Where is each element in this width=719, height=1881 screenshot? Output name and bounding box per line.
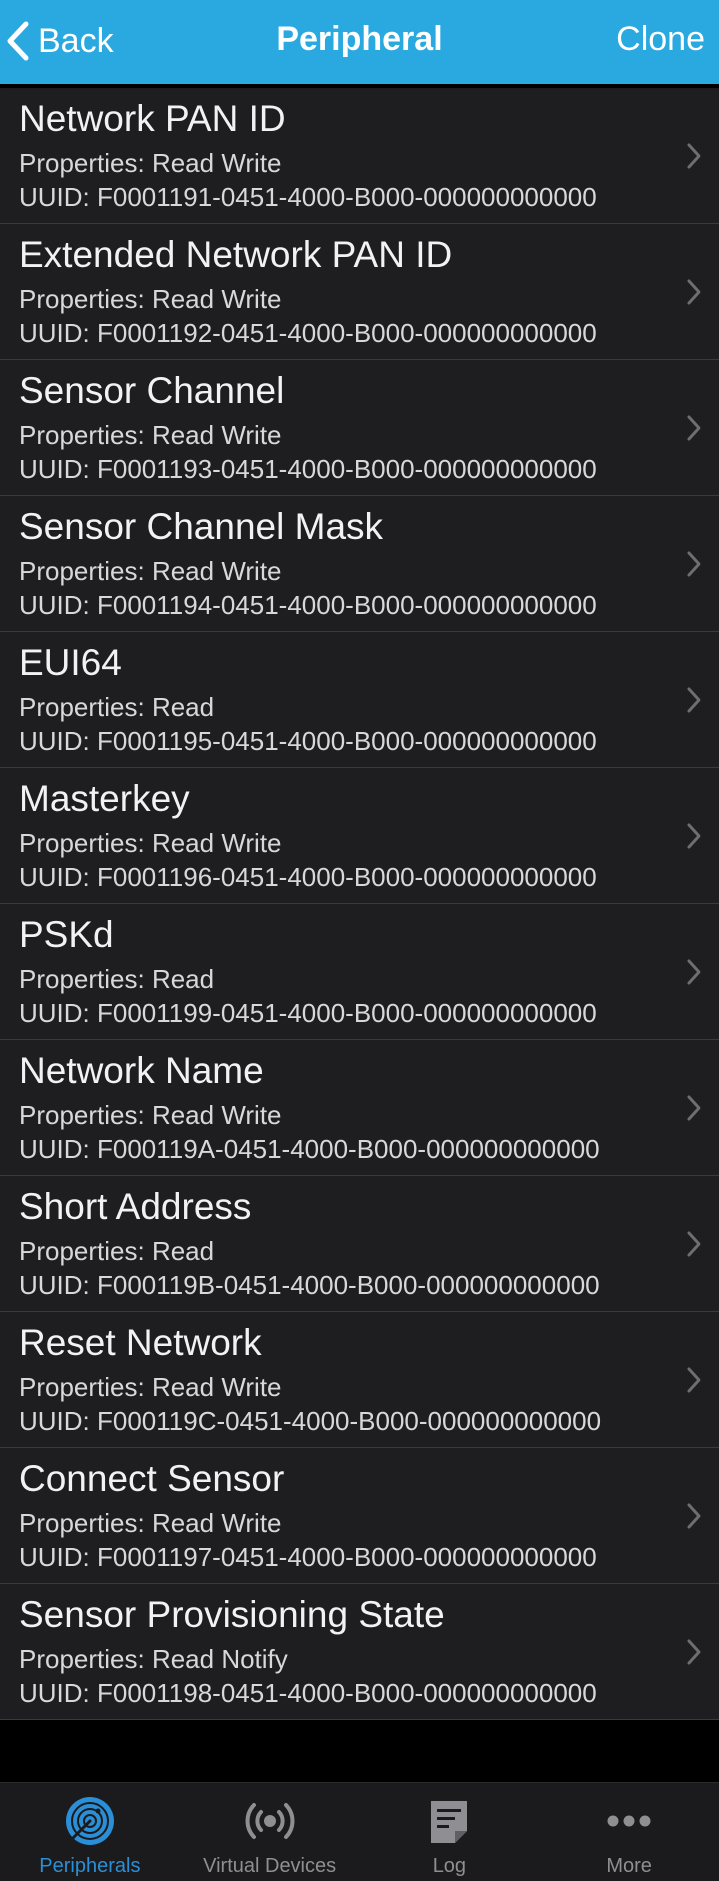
characteristic-properties: Properties: Read Write: [19, 556, 282, 586]
characteristic-row-short-address[interactable]: Short Address Properties: Read UUID: F00…: [0, 1176, 719, 1312]
tab-virtual-devices[interactable]: Virtual Devices: [180, 1783, 360, 1881]
characteristic-uuid: UUID: F0001195-0451-4000-B000-0000000000…: [19, 726, 597, 756]
chevron-right-icon: [687, 1639, 701, 1665]
back-button[interactable]: Back: [6, 18, 114, 64]
characteristic-name: PSKd: [19, 914, 114, 955]
characteristic-properties: Properties: Read Write: [19, 284, 282, 314]
back-label: Back: [38, 21, 114, 60]
characteristic-properties: Properties: Read Write: [19, 420, 282, 450]
characteristic-uuid: UUID: F0001196-0451-4000-B000-0000000000…: [19, 862, 597, 892]
characteristic-row-connect-sensor[interactable]: Connect Sensor Properties: Read Write UU…: [0, 1448, 719, 1584]
characteristic-name: Sensor Provisioning State: [19, 1594, 445, 1635]
characteristic-row-sensor-channel-mask[interactable]: Sensor Channel Mask Properties: Read Wri…: [0, 496, 719, 632]
characteristic-row-reset-network[interactable]: Reset Network Properties: Read Write UUI…: [0, 1312, 719, 1448]
tab-log[interactable]: Log: [360, 1783, 540, 1881]
characteristic-name: Reset Network: [19, 1322, 262, 1363]
characteristic-row-sensor-channel[interactable]: Sensor Channel Properties: Read Write UU…: [0, 360, 719, 496]
characteristic-uuid: UUID: F0001198-0451-4000-B000-0000000000…: [19, 1678, 597, 1708]
chevron-right-icon: [687, 279, 701, 305]
characteristic-properties: Properties: Read Write: [19, 1100, 282, 1130]
chevron-right-icon: [687, 143, 701, 169]
characteristic-row-network-pan-id[interactable]: Network PAN ID Properties: Read Write UU…: [0, 88, 719, 224]
characteristic-properties: Properties: Read: [19, 1236, 215, 1266]
more-icon: [607, 1815, 651, 1827]
tab-label: Virtual Devices: [203, 1855, 337, 1877]
chevron-right-icon: [687, 1367, 701, 1393]
characteristic-name: Sensor Channel Mask: [19, 506, 384, 547]
characteristic-name: Network Name: [19, 1050, 264, 1091]
characteristic-properties: Properties: Read Write: [19, 148, 282, 178]
characteristic-row-masterkey[interactable]: Masterkey Properties: Read Write UUID: F…: [0, 768, 719, 904]
chevron-right-icon: [687, 687, 701, 713]
characteristic-properties: Properties: Read Notify: [19, 1644, 288, 1674]
characteristic-uuid: UUID: F0001193-0451-4000-B000-0000000000…: [19, 454, 597, 484]
chevron-right-icon: [687, 1503, 701, 1529]
tab-bar: Peripherals Virtual Devices Log More: [0, 1782, 719, 1881]
chevron-left-icon: [6, 21, 30, 61]
tab-label: More: [606, 1855, 652, 1877]
chevron-right-icon: [687, 959, 701, 985]
characteristic-row-eui64[interactable]: EUI64 Properties: Read UUID: F0001195-04…: [0, 632, 719, 768]
chevron-right-icon: [687, 415, 701, 441]
characteristic-properties: Properties: Read Write: [19, 1508, 282, 1538]
chevron-right-icon: [687, 823, 701, 849]
navigation-bar: Back Peripheral Clone: [0, 0, 719, 84]
characteristic-properties: Properties: Read: [19, 692, 215, 722]
log-icon: [431, 1801, 468, 1843]
radar-icon: [65, 1797, 114, 1845]
characteristic-properties: Properties: Read Write: [19, 828, 282, 858]
characteristic-uuid: UUID: F0001191-0451-4000-B000-0000000000…: [19, 182, 597, 212]
tab-label: Peripherals: [39, 1855, 141, 1877]
tab-label: Log: [432, 1855, 467, 1877]
characteristic-uuid: UUID: F000119A-0451-4000-B000-0000000000…: [19, 1134, 600, 1164]
characteristic-name: Connect Sensor: [19, 1458, 285, 1499]
characteristic-list: Network PAN ID Properties: Read Write UU…: [0, 88, 719, 1720]
characteristic-name: Sensor Channel: [19, 370, 285, 411]
clone-button[interactable]: Clone: [616, 20, 705, 59]
characteristic-name: Masterkey: [19, 778, 190, 819]
characteristic-name: EUI64: [19, 642, 122, 683]
characteristic-uuid: UUID: F000119B-0451-4000-B000-0000000000…: [19, 1270, 600, 1300]
characteristic-uuid: UUID: F0001192-0451-4000-B000-0000000000…: [19, 318, 597, 348]
characteristic-name: Short Address: [19, 1186, 252, 1227]
characteristic-row-sensor-provisioning-state[interactable]: Sensor Provisioning State Properties: Re…: [0, 1584, 719, 1720]
broadcast-icon: [245, 1803, 295, 1839]
characteristic-name: Network PAN ID: [19, 98, 286, 139]
chevron-right-icon: [687, 551, 701, 577]
characteristic-properties: Properties: Read: [19, 964, 215, 994]
characteristic-name: Extended Network PAN ID: [19, 234, 453, 275]
characteristic-uuid: UUID: F0001194-0451-4000-B000-0000000000…: [19, 590, 597, 620]
chevron-right-icon: [687, 1231, 701, 1257]
chevron-right-icon: [687, 1095, 701, 1121]
characteristic-properties: Properties: Read Write: [19, 1372, 282, 1402]
characteristic-row-pskd[interactable]: PSKd Properties: Read UUID: F0001199-045…: [0, 904, 719, 1040]
characteristic-row-extended-network-pan-id[interactable]: Extended Network PAN ID Properties: Read…: [0, 224, 719, 360]
characteristic-row-network-name[interactable]: Network Name Properties: Read Write UUID…: [0, 1040, 719, 1176]
characteristic-uuid: UUID: F0001197-0451-4000-B000-0000000000…: [19, 1542, 597, 1572]
tab-more[interactable]: More: [539, 1783, 719, 1881]
characteristic-uuid: UUID: F0001199-0451-4000-B000-0000000000…: [19, 998, 597, 1028]
tab-peripherals[interactable]: Peripherals: [0, 1783, 180, 1881]
characteristic-uuid: UUID: F000119C-0451-4000-B000-0000000000…: [19, 1406, 602, 1436]
